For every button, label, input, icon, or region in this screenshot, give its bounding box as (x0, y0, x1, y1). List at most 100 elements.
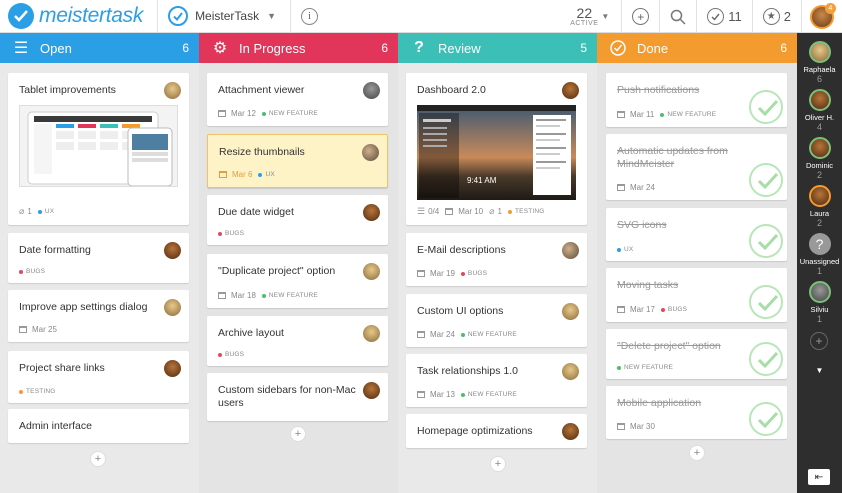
task-card-done[interactable]: Mobile application Mar 30 (606, 386, 787, 439)
column-header-open[interactable]: ☰ Open 6 (0, 33, 199, 63)
add-task-button[interactable]: + (90, 451, 106, 467)
task-meta: Mar 13 NEW FEATURE (417, 390, 517, 399)
attachment-count: 1 (27, 207, 32, 216)
column-header-in-progress[interactable]: ⚙ In Progress 6 (199, 33, 398, 63)
calendar-icon (417, 391, 425, 398)
tag-label: NEW FEATURE (667, 111, 717, 118)
avatar (808, 281, 831, 303)
attachment-thumbnail[interactable]: 9:41 AM (417, 105, 576, 200)
task-card[interactable]: E-Mail descriptions Mar 19 BUGS (406, 233, 587, 286)
task-card-done[interactable]: SVG icons UX (606, 208, 787, 261)
task-card[interactable]: Attachment viewer Mar 12 NEW FEATURE (207, 73, 388, 126)
sidebar-user-raphaela[interactable]: Raphaela 6 (797, 41, 842, 84)
active-label: ACTIVE (570, 20, 599, 27)
calendar-icon (617, 423, 625, 430)
attachment-thumbnail[interactable] (19, 105, 178, 187)
calendar-icon (417, 331, 425, 338)
sidebar-user-dominic[interactable]: Dominic 2 (797, 137, 842, 180)
task-card[interactable]: Date formatting BUGS (8, 233, 189, 283)
user-avatar[interactable]: 4 (810, 2, 836, 29)
task-title: Archive layout (218, 327, 284, 339)
question-icon: ? (808, 233, 831, 255)
tag-dot (218, 231, 222, 236)
watched-tasks-button[interactable]: ★ 2 (753, 0, 801, 33)
task-title: E-Mail descriptions (417, 244, 506, 256)
column-header-review[interactable]: ? Review 5 (398, 33, 597, 63)
assignee-avatar (362, 144, 379, 161)
divider (157, 0, 159, 33)
active-tasks-counter[interactable]: 22 ACTIVE (569, 6, 599, 27)
task-card-done[interactable]: Push notifications Mar 11 NEW FEATURE (606, 73, 787, 127)
task-title: SVG icons (617, 219, 667, 231)
tag-label: UX (624, 246, 634, 253)
add-task-button[interactable]: + (689, 445, 705, 461)
logo-check-icon (8, 3, 34, 29)
task-card[interactable]: "Duplicate project" option Mar 18 NEW FE… (207, 254, 388, 308)
assignee-avatar (164, 82, 181, 99)
tag-label: NEW FEATURE (624, 364, 674, 371)
add-task-button[interactable]: + (290, 426, 306, 442)
sidebar-user-silviu[interactable]: Silviu 1 (797, 281, 842, 324)
task-card[interactable]: Task relationships 1.0 Mar 13 NEW FEATUR… (406, 354, 587, 407)
column-in-progress: ⚙ In Progress 6 Attachment viewer Mar 12… (199, 33, 398, 493)
task-card[interactable]: Admin interface (8, 409, 189, 443)
assignee-avatar (562, 303, 579, 320)
column-header-done[interactable]: Done 6 (597, 33, 797, 63)
add-member-button[interactable]: + (810, 332, 828, 350)
task-card[interactable]: Tablet improvements ⌀ 1 UX (8, 73, 189, 225)
tag-label: UX (44, 208, 55, 215)
active-count: 22 (576, 5, 593, 21)
user-name: Oliver H. (804, 113, 835, 122)
task-count: 1 (816, 314, 822, 324)
task-card[interactable]: Homepage optimizations (406, 414, 587, 448)
task-card-done[interactable]: Moving tasks Mar 17 BUGS (606, 268, 787, 322)
chevron-down-icon[interactable]: ▼ (797, 366, 842, 375)
column-count: 6 (381, 41, 388, 55)
tag-dot (460, 392, 465, 397)
task-card-done[interactable]: "Delete project" option NEW FEATURE (606, 329, 787, 379)
due-date: Mar 12 (231, 109, 256, 118)
divider (290, 0, 291, 33)
due-date: Mar 24 (630, 183, 655, 192)
task-card[interactable]: Dashboard 2.0 9:41 AM ☰ 0/4 Mar 10 ⌀ 1 T… (406, 73, 587, 225)
task-title: Project share links (19, 362, 105, 374)
task-title: Task relationships 1.0 (417, 365, 518, 377)
task-card[interactable]: Custom sidebars for non-Mac users (207, 373, 388, 421)
task-title: Improve app settings dialog (19, 301, 148, 313)
task-title: Moving tasks (617, 279, 679, 291)
project-selector[interactable]: MeisterTask ▼ (168, 6, 276, 26)
sidebar-user-unassigned[interactable]: ? Unassigned 1 (797, 233, 842, 276)
task-card[interactable]: Due date widget BUGS (207, 195, 388, 245)
info-icon[interactable]: i (301, 7, 318, 25)
completed-tasks-button[interactable]: 11 (697, 0, 752, 33)
due-date: Mar 24 (430, 330, 455, 339)
top-bar: meistertask MeisterTask ▼ i 22 ACTIVE ▼ … (0, 0, 842, 33)
task-title: Push notifications (617, 84, 700, 96)
task-meta: Mar 18 NEW FEATURE (218, 291, 318, 300)
search-button[interactable] (660, 0, 696, 33)
sidebar-user-laura[interactable]: Laura 2 (797, 185, 842, 228)
task-card-highlighted[interactable]: Resize thumbnails Mar 6 UX (207, 134, 388, 188)
task-card[interactable]: Project share links TESTING (8, 351, 189, 403)
task-card[interactable]: Custom UI options Mar 24 NEW FEATURE (406, 294, 587, 347)
completed-check-icon (749, 402, 783, 436)
task-card[interactable]: Improve app settings dialog Mar 25 (8, 290, 189, 342)
tag-dot (19, 389, 23, 394)
calendar-icon (617, 184, 625, 191)
task-title: "Delete project" option (617, 340, 721, 352)
task-meta: Mar 11 NEW FEATURE (617, 110, 716, 119)
add-task-button[interactable]: + (490, 456, 506, 472)
checklist-progress: 0/4 (428, 207, 440, 216)
app-logo[interactable]: meistertask (8, 0, 143, 33)
add-task-button[interactable]: + (622, 0, 659, 33)
tag-dot (617, 247, 621, 252)
chevron-down-icon[interactable]: ▼ (601, 12, 609, 21)
task-card[interactable]: Archive layout BUGS (207, 316, 388, 366)
chevron-down-icon: ▼ (267, 11, 276, 21)
collapse-sidebar-icon[interactable]: ⇤ (808, 469, 830, 485)
task-card-done[interactable]: Automatic updates from MindMeister Mar 2… (606, 134, 787, 200)
sidebar-user-oliver[interactable]: Oliver H. 4 (797, 89, 842, 132)
tag-dot (460, 332, 465, 337)
task-count: 2 (816, 218, 822, 228)
avatar (808, 89, 831, 111)
